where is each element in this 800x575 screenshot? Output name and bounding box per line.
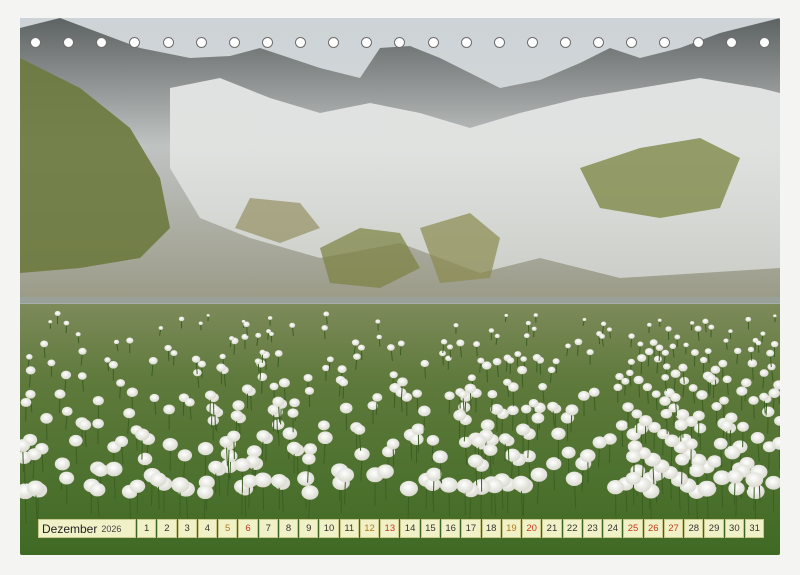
ring-hole: [659, 36, 671, 48]
ring-hole: [261, 36, 273, 48]
ring-hole: [361, 36, 373, 48]
day-cell: 19: [501, 519, 522, 538]
day-cell: 30: [724, 519, 744, 538]
month-label: Dezember 2026: [38, 519, 136, 538]
day-cell: 1: [137, 519, 157, 538]
ring-hole: [758, 36, 770, 48]
day-cell: 9: [299, 519, 319, 538]
day-cell: 11: [339, 519, 359, 538]
ring-hole: [195, 36, 207, 48]
day-cell: 20: [522, 519, 542, 538]
landscape-photo: [20, 18, 780, 555]
day-cell: 6: [238, 519, 258, 538]
day-cell: 3: [177, 519, 197, 538]
day-cell: 7: [258, 519, 278, 538]
ring-hole: [493, 36, 505, 48]
ring-hole: [328, 36, 340, 48]
day-cell: 4: [197, 519, 218, 538]
day-cell: 31: [744, 519, 765, 538]
day-cell: 27: [663, 519, 684, 538]
day-cell: 24: [603, 519, 623, 538]
day-cell: 5: [218, 519, 238, 538]
ring-binding-holes: [30, 34, 770, 50]
ring-hole: [129, 36, 141, 48]
ring-hole: [228, 36, 240, 48]
ring-hole: [427, 36, 439, 48]
day-cell: 22: [562, 519, 582, 538]
calendar-page: Dezember 2026 1 2 3 4 5 6 7 8 9 10 11 12 13 14 15 16 17 1…: [0, 0, 800, 575]
day-cell: 12: [359, 519, 380, 538]
day-cell: 23: [582, 519, 603, 538]
day-cell: 10: [319, 519, 339, 538]
date-strip: Dezember 2026 1 2 3 4 5 6 7 8 9 10 11 12 13 14 15 16 17 1…: [38, 519, 765, 538]
day-cell: 16: [440, 519, 461, 538]
ring-hole: [30, 36, 41, 48]
day-cell: 28: [684, 519, 704, 538]
day-cell: 29: [704, 519, 724, 538]
month-name: Dezember: [42, 521, 98, 536]
ring-hole: [593, 36, 605, 48]
ring-hole: [63, 36, 75, 48]
year: 2026: [101, 523, 122, 534]
day-cell: 13: [380, 519, 400, 538]
ring-hole: [162, 36, 174, 48]
day-cell: 17: [461, 519, 481, 538]
day-cell: 26: [643, 519, 663, 538]
ring-hole: [526, 36, 538, 48]
ring-hole: [692, 36, 704, 48]
day-cell: 21: [542, 519, 562, 538]
mountain-meadow-image: [20, 18, 780, 555]
ring-hole: [394, 36, 406, 48]
day-cell: 2: [157, 519, 177, 538]
day-cell: 8: [278, 519, 299, 538]
day-cell: 18: [481, 519, 501, 538]
ring-hole: [96, 36, 108, 48]
ring-hole: [560, 36, 571, 48]
day-cell: 15: [420, 519, 440, 538]
ring-hole: [626, 36, 638, 48]
day-cell: 14: [400, 519, 420, 538]
ring-hole: [295, 36, 306, 48]
ring-hole: [725, 36, 737, 48]
day-cell: 25: [623, 519, 643, 538]
ring-hole: [460, 36, 472, 48]
